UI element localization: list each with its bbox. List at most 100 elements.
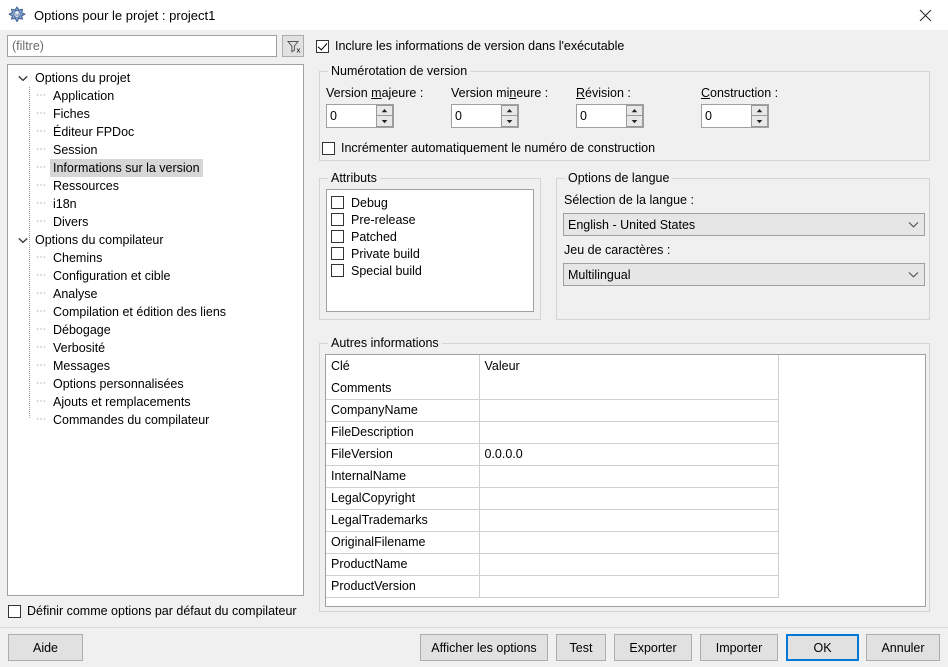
table-cell-key[interactable]: FileDescription bbox=[326, 421, 480, 444]
table-cell-value[interactable]: 0.0.0.0 bbox=[479, 443, 779, 466]
tree-expander[interactable] bbox=[14, 69, 32, 87]
chevron-down-icon bbox=[631, 119, 638, 123]
table-cell-value[interactable] bbox=[479, 487, 779, 510]
revision-input[interactable] bbox=[577, 105, 626, 127]
default-compiler-options-checkbox[interactable]: Définir comme options par défaut du comp… bbox=[8, 604, 297, 618]
tree-item-divers[interactable]: ⋯ Divers bbox=[8, 213, 303, 231]
minor-version-down-button[interactable] bbox=[501, 116, 518, 127]
tree-item-application[interactable]: ⋯ Application bbox=[8, 87, 303, 105]
table-cell-key[interactable]: LegalTrademarks bbox=[326, 509, 480, 532]
tree-item-label: Éditeur FPDoc bbox=[53, 125, 135, 139]
other-information-grid[interactable]: Clé Valeur Comments CompanyName FileDescript… bbox=[325, 354, 926, 607]
table-cell-key[interactable]: CompanyName bbox=[326, 399, 480, 422]
show-options-button[interactable]: Afficher les options bbox=[420, 634, 548, 661]
table-cell-value[interactable] bbox=[479, 531, 779, 554]
table-row[interactable]: ProductVersion bbox=[326, 575, 779, 598]
tree-item-ajouts-et-remplacements[interactable]: ⋯ Ajouts et remplacements bbox=[8, 393, 303, 411]
table-row[interactable]: Comments bbox=[326, 377, 779, 400]
table-row[interactable]: ProductName bbox=[326, 553, 779, 576]
minor-version-spinner[interactable] bbox=[451, 104, 519, 128]
attribute-checkbox-private-build[interactable]: Private build bbox=[331, 245, 533, 262]
test-button[interactable]: Test bbox=[556, 634, 606, 661]
table-cell-value[interactable] bbox=[479, 399, 779, 422]
table-row[interactable]: CompanyName bbox=[326, 399, 779, 422]
dialog-footer: Aide Afficher les options Test Exporter … bbox=[0, 628, 948, 667]
table-cell-key[interactable]: InternalName bbox=[326, 465, 480, 488]
major-version-input[interactable] bbox=[327, 105, 376, 127]
svg-text:M: M bbox=[15, 12, 19, 17]
table-row[interactable]: LegalTrademarks bbox=[326, 509, 779, 532]
build-down-button[interactable] bbox=[751, 116, 768, 127]
major-version-spinner[interactable] bbox=[326, 104, 394, 128]
tree-item-analyse[interactable]: ⋯ Analyse bbox=[8, 285, 303, 303]
tree-item-chemins[interactable]: ⋯ Chemins bbox=[8, 249, 303, 267]
tree-item-options-du-compilateur[interactable]: Options du compilateur bbox=[8, 231, 303, 249]
table-row[interactable]: LegalCopyright bbox=[326, 487, 779, 510]
attribute-checkbox-special-build[interactable]: Special build bbox=[331, 262, 533, 279]
table-cell-value[interactable] bbox=[479, 509, 779, 532]
include-version-info-checkbox[interactable]: Inclure les informations de version dans… bbox=[316, 39, 624, 53]
minor-version-input[interactable] bbox=[452, 105, 501, 127]
ok-button[interactable]: OK bbox=[786, 634, 859, 661]
table-cell-key[interactable]: LegalCopyright bbox=[326, 487, 480, 510]
tree-item-verbosit[interactable]: ⋯ Verbosité bbox=[8, 339, 303, 357]
import-button[interactable]: Importer bbox=[700, 634, 778, 661]
major-version-up-button[interactable] bbox=[376, 105, 393, 116]
minor-version-up-button[interactable] bbox=[501, 105, 518, 116]
build-up-button[interactable] bbox=[751, 105, 768, 116]
tree-item-compilation-et-dition-des-liens[interactable]: ⋯ Compilation et édition des liens bbox=[8, 303, 303, 321]
tree-item-session[interactable]: ⋯ Session bbox=[8, 141, 303, 159]
attribute-checkbox-debug[interactable]: Debug bbox=[331, 194, 533, 211]
chevron-down-icon bbox=[18, 237, 28, 243]
major-version-down-button[interactable] bbox=[376, 116, 393, 127]
tree-item-options-du-projet[interactable]: Options du projet bbox=[8, 69, 303, 87]
tree-item-commandes-du-compilateur[interactable]: ⋯ Commandes du compilateur bbox=[8, 411, 303, 429]
table-cell-value[interactable] bbox=[479, 421, 779, 444]
tree-item-messages[interactable]: ⋯ Messages bbox=[8, 357, 303, 375]
tree-item-label: Fiches bbox=[53, 107, 90, 121]
table-cell-key[interactable]: ProductName bbox=[326, 553, 480, 576]
table-cell-value[interactable] bbox=[479, 575, 779, 598]
auto-increment-build-label: Incrémenter automatiquement le numéro de… bbox=[341, 141, 656, 155]
table-row[interactable]: FileDescription bbox=[326, 421, 779, 444]
tree-item-diteur-fpdoc[interactable]: ⋯ Éditeur FPDoc bbox=[8, 123, 303, 141]
table-row[interactable]: InternalName bbox=[326, 465, 779, 488]
export-button[interactable]: Exporter bbox=[614, 634, 692, 661]
table-cell-key[interactable]: FileVersion bbox=[326, 443, 480, 466]
filter-clear-button[interactable]: x bbox=[282, 35, 304, 57]
cancel-button[interactable]: Annuler bbox=[866, 634, 940, 661]
options-tree-panel[interactable]: Options du projet ⋯ Application ⋯ Fiches ⋯ Édi… bbox=[7, 64, 304, 596]
table-row[interactable]: FileVersion 0.0.0.0 bbox=[326, 443, 779, 466]
tree-item-d-bogage[interactable]: ⋯ Débogage bbox=[8, 321, 303, 339]
table-cell-key[interactable]: ProductVersion bbox=[326, 575, 480, 598]
tree-item-informations-sur-la-version[interactable]: ⋯ Informations sur la version bbox=[8, 159, 303, 177]
tree-item-label: Session bbox=[53, 143, 98, 157]
tree-item-configuration-et-cible[interactable]: ⋯ Configuration et cible bbox=[8, 267, 303, 285]
table-cell-value[interactable] bbox=[479, 553, 779, 576]
major-version-label: Version majeure : bbox=[326, 86, 424, 100]
tree-expander[interactable] bbox=[14, 231, 32, 249]
tree-item-options-personnalis-es[interactable]: ⋯ Options personnalisées bbox=[8, 375, 303, 393]
auto-increment-build-checkbox[interactable]: Incrémenter automatiquement le numéro de… bbox=[322, 141, 655, 155]
tree-item-ressources[interactable]: ⋯ Ressources bbox=[8, 177, 303, 195]
revision-up-button[interactable] bbox=[626, 105, 643, 116]
attribute-checkbox-pre-release[interactable]: Pre-release bbox=[331, 211, 533, 228]
table-cell-value[interactable] bbox=[479, 465, 779, 488]
table-column-header: Clé bbox=[326, 355, 480, 377]
table-cell-value[interactable] bbox=[479, 377, 779, 400]
build-input[interactable] bbox=[702, 105, 751, 127]
filter-input[interactable] bbox=[7, 35, 277, 57]
table-cell-key[interactable]: OriginalFilename bbox=[326, 531, 480, 554]
attribute-checkbox-patched[interactable]: Patched bbox=[331, 228, 533, 245]
language-select[interactable]: English - United States bbox=[563, 213, 925, 236]
help-button[interactable]: Aide bbox=[8, 634, 83, 661]
build-spinner[interactable] bbox=[701, 104, 769, 128]
table-row[interactable]: OriginalFilename bbox=[326, 531, 779, 554]
tree-item-fiches[interactable]: ⋯ Fiches bbox=[8, 105, 303, 123]
close-button[interactable] bbox=[902, 0, 948, 30]
table-cell-key[interactable]: Comments bbox=[326, 377, 480, 400]
tree-item-i18n[interactable]: ⋯ i18n bbox=[8, 195, 303, 213]
charset-select[interactable]: Multilingual bbox=[563, 263, 925, 286]
revision-spinner[interactable] bbox=[576, 104, 644, 128]
revision-down-button[interactable] bbox=[626, 116, 643, 127]
